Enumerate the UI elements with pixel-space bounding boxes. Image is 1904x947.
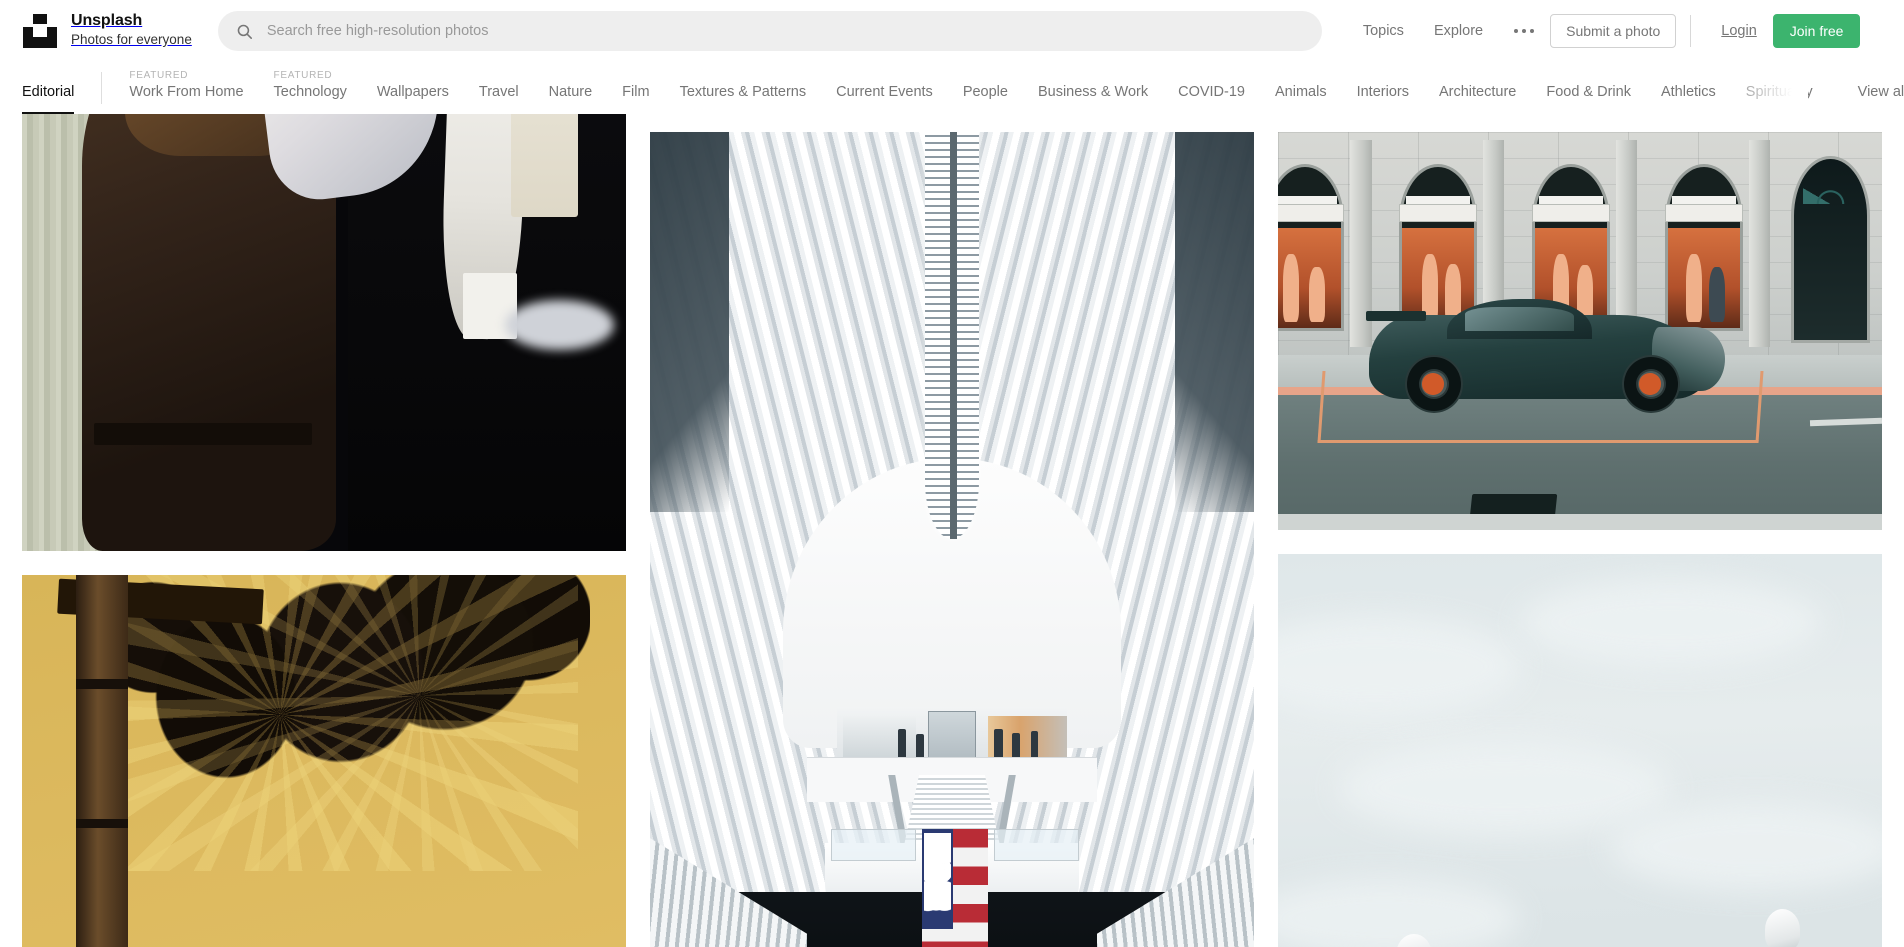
- category-label: Food & Drink: [1546, 84, 1631, 100]
- search-input[interactable]: [266, 23, 1304, 39]
- category-nature[interactable]: Nature: [534, 62, 608, 114]
- login-link[interactable]: Login: [1705, 23, 1772, 39]
- photo-column-2: [650, 132, 1254, 947]
- search-icon: [237, 24, 252, 39]
- category-business-work[interactable]: Business & Work: [1023, 62, 1163, 114]
- photo-image-amg-bvlgari: [1278, 132, 1882, 531]
- category-label: COVID-19: [1178, 84, 1245, 100]
- photo-image-walk-signal: [22, 575, 626, 947]
- category-label: Textures & Patterns: [679, 84, 807, 100]
- category-label: Interiors: [1356, 84, 1409, 100]
- photo-card-ice-cream-van[interactable]: Fresh Ice Cream: [1278, 554, 1882, 947]
- category-label: Work From Home: [129, 84, 244, 100]
- category-divider: [101, 72, 103, 104]
- photo-card-amg-bvlgari[interactable]: [1278, 132, 1882, 531]
- category-label: Athletics: [1660, 84, 1716, 100]
- photo-grid-container: Fresh Ice Cream: [0, 114, 1904, 947]
- category-food-drink[interactable]: Food & Drink: [1531, 62, 1646, 114]
- photo-card-closet-shirts[interactable]: [22, 114, 626, 551]
- category-label: Animals: [1275, 84, 1327, 100]
- site-header: Unsplash Photos for everyone Topics Expl…: [0, 0, 1904, 62]
- brand-name: Unsplash: [71, 12, 143, 30]
- category-technology[interactable]: FEATURED Technology: [259, 62, 362, 114]
- category-architecture[interactable]: Architecture: [1424, 62, 1531, 114]
- submit-photo-button[interactable]: Submit a photo: [1550, 14, 1677, 48]
- category-people[interactable]: People: [948, 62, 1023, 114]
- featured-tag: FEATURED: [129, 70, 189, 81]
- ellipsis-icon[interactable]: [1498, 29, 1550, 33]
- category-label: Wallpapers: [376, 84, 449, 100]
- view-all-categories[interactable]: View all: [1837, 62, 1904, 114]
- category-wallpapers[interactable]: Wallpapers: [362, 62, 464, 114]
- category-athletics[interactable]: Athletics: [1646, 62, 1731, 114]
- category-textures-patterns[interactable]: Textures & Patterns: [665, 62, 822, 114]
- brand-tagline: Photos for everyone: [71, 32, 192, 47]
- category-label: Travel: [478, 84, 519, 100]
- category-editorial[interactable]: Editorial: [22, 62, 89, 114]
- photo-card-walk-signal[interactable]: [22, 575, 626, 947]
- featured-tag: FEATURED: [273, 70, 333, 81]
- category-label: Technology: [273, 84, 347, 100]
- category-label: Current Events: [836, 84, 933, 100]
- category-label: Nature: [548, 84, 593, 100]
- category-film[interactable]: Film: [607, 62, 664, 114]
- category-label: Spirituality: [1745, 84, 1813, 100]
- join-free-button[interactable]: Join free: [1772, 14, 1861, 48]
- category-travel[interactable]: Travel: [464, 62, 534, 114]
- category-animals[interactable]: Animals: [1260, 62, 1342, 114]
- category-label: Business & Work: [1037, 84, 1149, 100]
- category-interiors[interactable]: Interiors: [1342, 62, 1424, 114]
- category-nav: Editorial FEATURED Work From Home FEATUR…: [0, 62, 1904, 114]
- category-spacer: [1828, 62, 1838, 114]
- category-label: People: [962, 84, 1008, 100]
- photo-image-closet-shirts: [22, 114, 626, 551]
- category-spirituality[interactable]: Spirituality: [1731, 62, 1828, 114]
- category-work-from-home[interactable]: FEATURED Work From Home: [114, 62, 258, 114]
- photo-column-3: Fresh Ice Cream: [1278, 132, 1882, 947]
- nav-explore[interactable]: Explore: [1419, 23, 1498, 39]
- category-label: Editorial: [22, 84, 75, 100]
- photo-image-ice-cream-van: Fresh Ice Cream: [1278, 554, 1882, 947]
- photo-image-oculus-interior: [650, 132, 1254, 947]
- brand-home-link[interactable]: Unsplash Photos for everyone: [22, 12, 192, 50]
- category-label: Architecture: [1438, 84, 1517, 100]
- header-nav: Topics Explore Submit a photo Login Join…: [1348, 14, 1861, 48]
- photo-card-oculus-interior[interactable]: [650, 132, 1254, 947]
- category-covid-19[interactable]: COVID-19: [1163, 62, 1260, 114]
- unsplash-camera-logo-icon: [22, 13, 58, 49]
- nav-topics[interactable]: Topics: [1348, 23, 1419, 39]
- photo-grid: Fresh Ice Cream: [22, 114, 1882, 947]
- category-current-events[interactable]: Current Events: [821, 62, 948, 114]
- category-label: Film: [622, 84, 650, 100]
- header-divider: [1690, 15, 1692, 47]
- search-bar[interactable]: [217, 11, 1322, 51]
- photo-column-1: [22, 114, 626, 947]
